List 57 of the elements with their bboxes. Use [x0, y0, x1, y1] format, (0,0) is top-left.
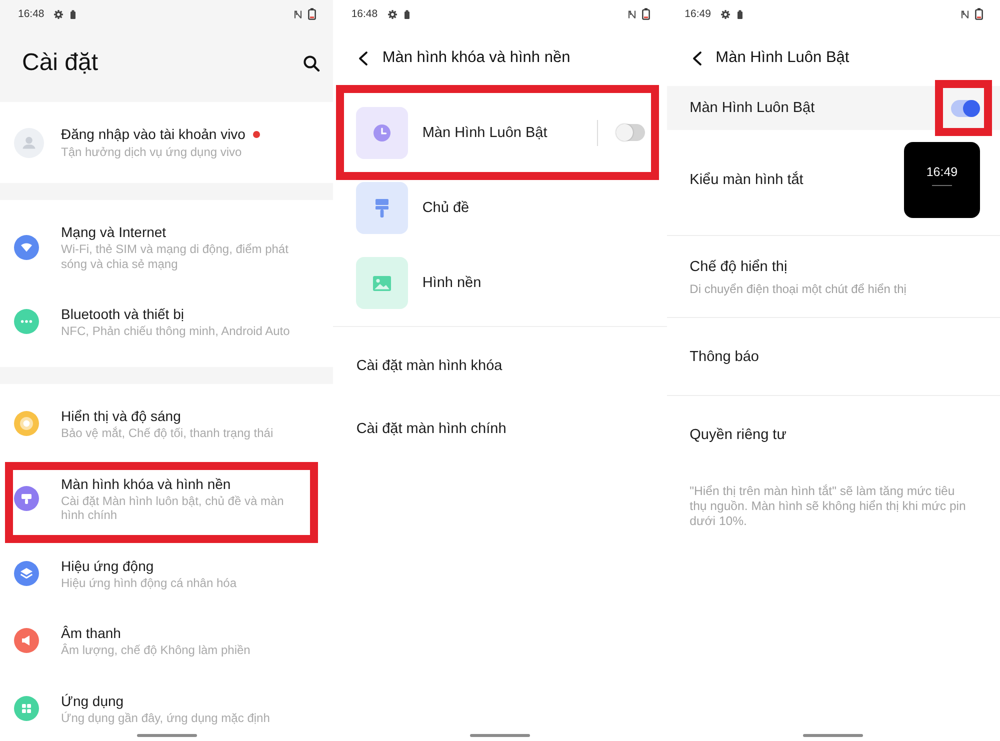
item-title: Ứng dụng — [61, 692, 124, 710]
search-icon[interactable] — [303, 54, 320, 72]
item-title: Hình nền — [422, 274, 482, 292]
page-title: Cài đặt — [22, 48, 98, 78]
status-time: 16:49 — [684, 8, 711, 20]
home-indicator — [803, 734, 864, 737]
item-title: Màn hình khóa và hình nền — [61, 474, 231, 494]
toggle-switch[interactable] — [950, 100, 980, 116]
avatar-icon — [14, 128, 44, 158]
item-subtitle: Hiệu ứng hình động cá nhân hóa — [61, 576, 237, 590]
item-subtitle: Ứng dụng gần đây, ứng dụng mặc định — [61, 710, 270, 725]
home-indicator — [470, 734, 530, 737]
gear-icon — [54, 10, 64, 18]
item-title: Hiệu ứng động — [61, 556, 154, 576]
back-icon[interactable] — [358, 50, 368, 66]
status-time: 16:48 — [18, 8, 44, 20]
status-time: 16:48 — [351, 8, 378, 20]
battery-icon — [642, 8, 650, 20]
preview-time: 16:49 — [926, 164, 958, 180]
item-title: Âm thanh — [61, 624, 121, 643]
item-title: Kiểu màn hình tắt — [690, 170, 804, 190]
item-title: Chế độ hiển thị — [690, 258, 788, 277]
item-subtitle: Wi-Fi, thẻ SIM và mạng di động, điểm phát sóng và chia sẻ mạng — [61, 242, 290, 271]
battery-icon — [974, 8, 983, 20]
battery-icon — [70, 10, 76, 18]
item-subtitle: Âm lượng, chế độ Không làm phiền — [61, 643, 250, 658]
item-title: Hiển thị và độ sáng — [61, 407, 181, 426]
nfc-icon — [294, 10, 302, 18]
item-subtitle: Di chuyển điện thoại một chút để hiển thị — [690, 281, 906, 298]
battery-icon — [736, 10, 743, 18]
home-indicator — [136, 734, 197, 737]
item-title: Chủ đề — [422, 198, 470, 218]
page-title: Màn Hình Luôn Bật — [716, 48, 850, 68]
item-title: Đăng nhập vào tài khoản vivo — [61, 124, 246, 144]
gear-icon — [388, 10, 397, 18]
item-subtitle: Tận hưởng dịch vụ ứng dụng vivo — [61, 144, 242, 160]
gear-icon — [720, 10, 730, 18]
toggle-switch[interactable] — [616, 124, 645, 141]
item-title: Quyền riêng tư — [690, 426, 786, 444]
item-subtitle: Cài đặt Màn hình luôn bật, chủ đề và màn hình chính — [61, 494, 285, 522]
item-title: Mạng và Internet — [61, 223, 166, 242]
screen-off-preview[interactable]: 16:49 — [904, 142, 980, 218]
item-title: Cài đặt màn hình khóa — [356, 356, 502, 376]
item-title: Thông báo — [690, 348, 759, 366]
footnote-text: "Hiển thị trên màn hình tắt" sẽ làm tăng mức tiêu thụ nguồn. Màn hình sẽ không hiển thị khi mức pin dưới 10%. — [688, 484, 967, 529]
item-subtitle: Bảo vệ mắt, Chế độ tối, thanh trạng thái — [61, 426, 274, 440]
nfc-icon — [628, 10, 636, 18]
back-icon[interactable] — [692, 50, 702, 66]
nfc-icon — [960, 10, 969, 18]
item-title: Màn Hình Luôn Bật — [690, 99, 815, 118]
battery-icon — [308, 8, 316, 20]
item-subtitle: NFC, Phản chiếu thông minh, Android Auto — [61, 324, 290, 338]
item-title: Cài đặt màn hình chính — [356, 420, 506, 438]
page-title: Màn hình khóa và hình nền — [382, 48, 570, 68]
item-title: Bluetooth và thiết bị — [61, 305, 184, 324]
item-title: Màn Hình Luôn Bật — [422, 124, 548, 142]
battery-icon — [404, 10, 410, 18]
